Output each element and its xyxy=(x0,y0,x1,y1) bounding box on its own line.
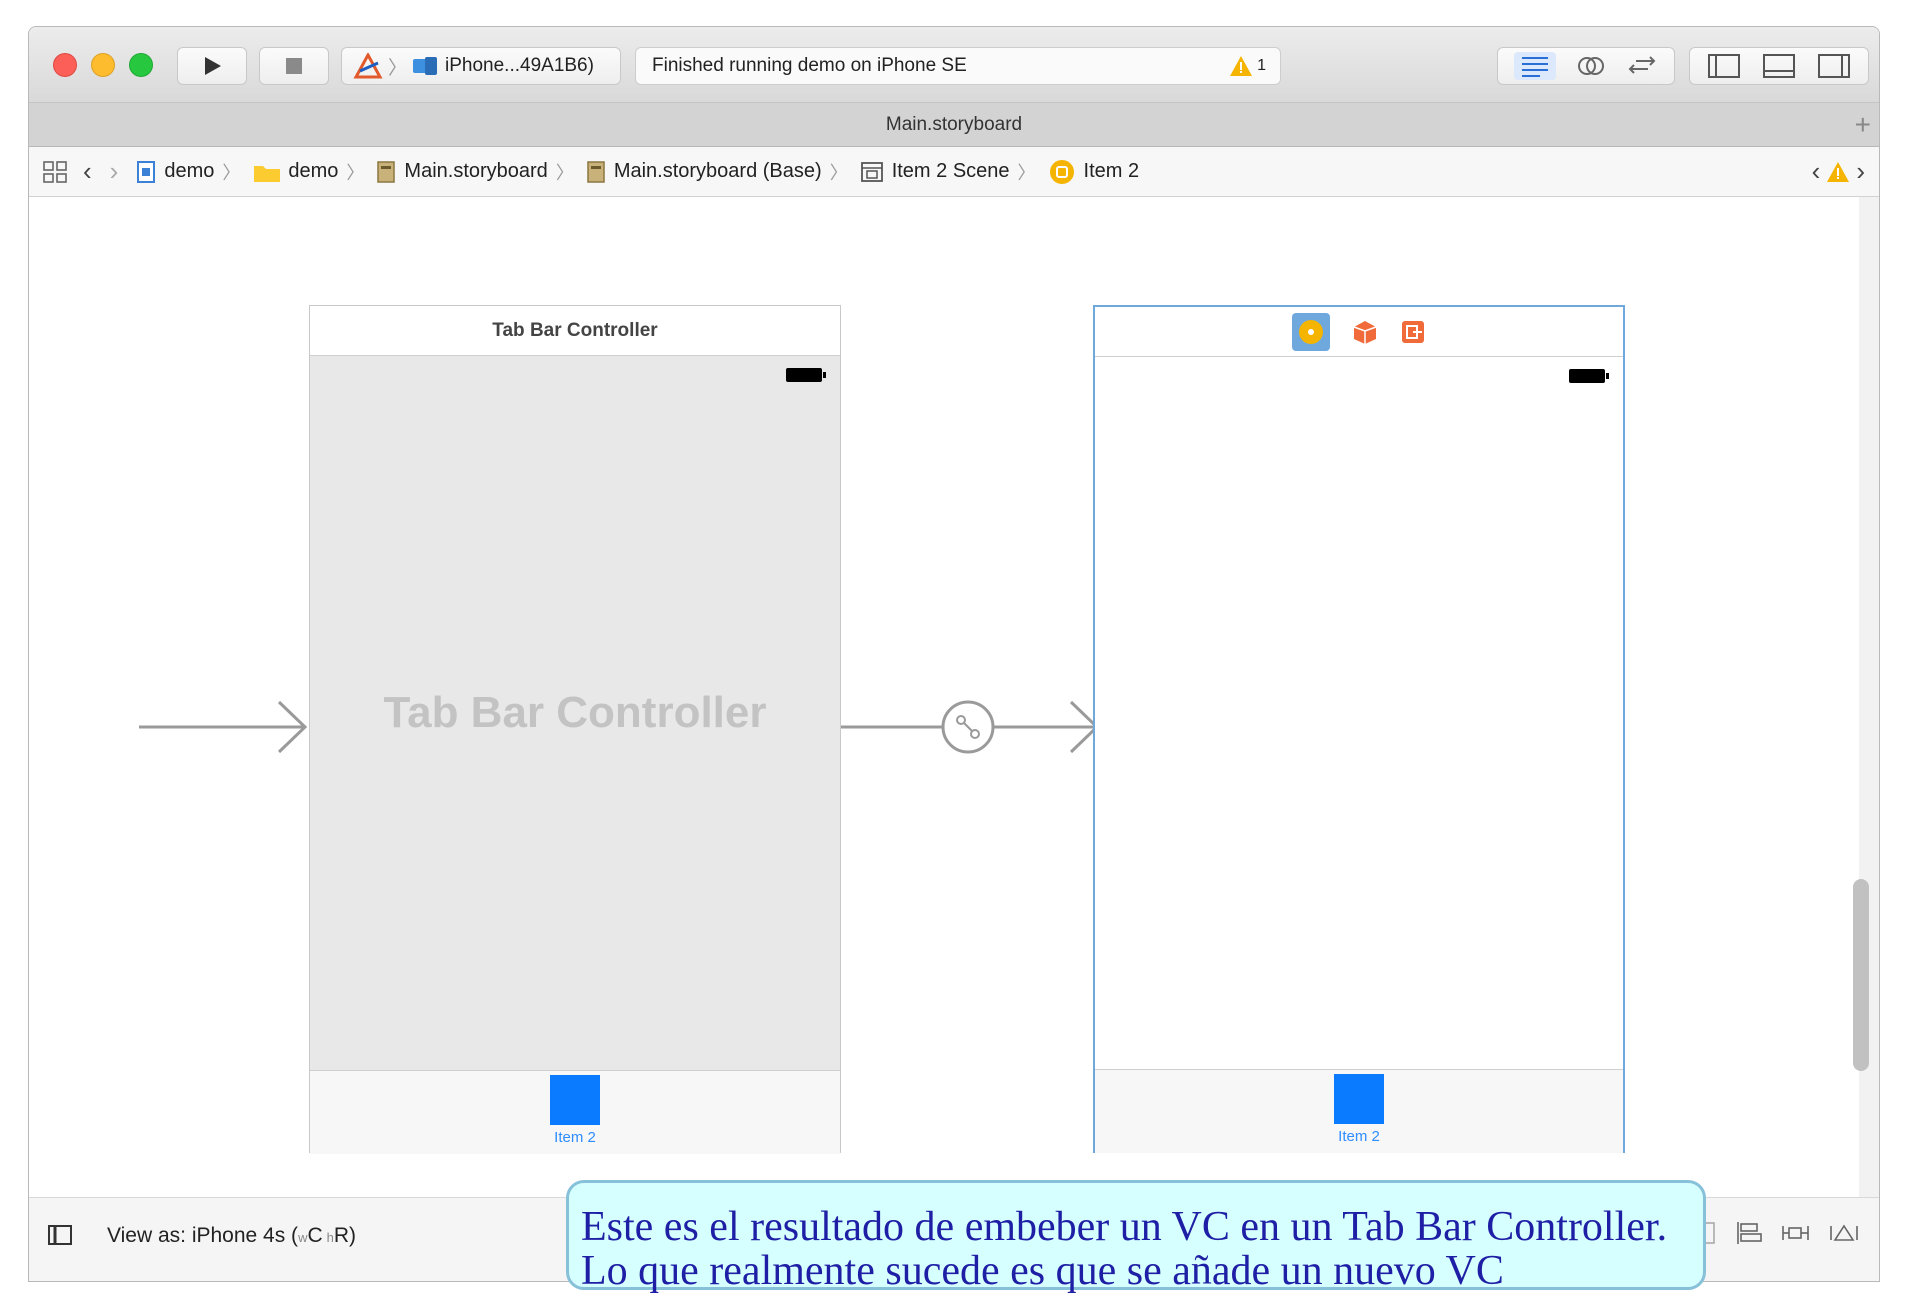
tab-bar: Item 2 xyxy=(310,1070,840,1154)
scene-title: Tab Bar Controller xyxy=(310,306,840,356)
view-controller-icon xyxy=(1299,319,1323,344)
view-as-selector[interactable]: View as: iPhone 4s ( w C h R ) xyxy=(107,1224,356,1248)
jump-bar: ‹ › demo 〉 demo 〉 Main.storyboard 〉 Main… xyxy=(29,147,1879,197)
placeholder-title: Tab Bar Controller xyxy=(383,688,767,737)
breadcrumb-label: Main.storyboard xyxy=(404,160,548,182)
xcode-window: 〉 iPhone...49A1B6) Finished running demo… xyxy=(28,26,1880,1282)
vertical-scrollbar[interactable] xyxy=(1853,879,1869,1071)
editor-tab-bar: Main.storyboard + xyxy=(29,103,1879,147)
tab-main-storyboard[interactable]: Main.storyboard xyxy=(886,114,1022,136)
storyboard-file-icon xyxy=(587,160,605,183)
zoom-window-button[interactable] xyxy=(129,53,153,77)
warning-icon xyxy=(1230,56,1253,76)
device-icon xyxy=(413,57,438,75)
scheme-selector[interactable]: 〉 iPhone...49A1B6) xyxy=(341,47,621,85)
version-editor-icon[interactable] xyxy=(1626,53,1658,79)
view-controller-icon xyxy=(1049,159,1074,184)
activity-status: Finished running demo on iPhone SE 1 xyxy=(635,47,1281,85)
tab-item-icon[interactable] xyxy=(550,1075,600,1125)
tab-item-label: Item 2 xyxy=(1338,1128,1380,1145)
breadcrumb-label: demo xyxy=(288,160,339,182)
view-toggle-group xyxy=(1689,47,1869,85)
minimize-window-button[interactable] xyxy=(91,53,115,77)
tab-bar: Item 2 xyxy=(1095,1069,1623,1153)
breadcrumb-label: demo xyxy=(164,160,215,182)
standard-editor-button[interactable] xyxy=(1514,52,1556,80)
stack-view-icon[interactable] xyxy=(1735,1220,1763,1246)
scene-icon xyxy=(860,161,883,182)
width-class-value: C xyxy=(307,1224,323,1247)
toolbar: 〉 iPhone...49A1B6) Finished running demo… xyxy=(29,27,1879,103)
breadcrumb-item[interactable]: Item 2 xyxy=(1048,158,1140,186)
status-text: Finished running demo on iPhone SE xyxy=(652,55,967,76)
tab-bar-controller-scene[interactable]: Tab Bar Controller Tab Bar Controller It… xyxy=(309,305,841,1154)
warning-icon[interactable] xyxy=(1826,161,1850,183)
add-tab-button[interactable]: + xyxy=(1855,109,1871,141)
tab-item-icon[interactable] xyxy=(1334,1074,1384,1124)
tab-bar-controller-view: Tab Bar Controller xyxy=(310,356,840,1070)
relationship-segue[interactable] xyxy=(841,697,1127,757)
close-window-button[interactable] xyxy=(53,53,77,77)
breadcrumb-item[interactable]: Item 2 Scene 〉 xyxy=(860,159,1042,185)
width-class-indicator: w xyxy=(298,1230,308,1245)
battery-icon xyxy=(1569,369,1609,383)
height-class-indicator: h xyxy=(326,1230,334,1245)
layout-tools xyxy=(1693,1220,1859,1246)
view-controller-dock-icon[interactable] xyxy=(1292,312,1330,351)
project-file-icon xyxy=(137,160,156,183)
pin-icon[interactable] xyxy=(1829,1220,1859,1246)
item-2-scene[interactable]: Item 2 xyxy=(1093,305,1625,1153)
back-button[interactable]: ‹ xyxy=(83,156,92,187)
stop-button[interactable] xyxy=(259,47,329,85)
play-icon xyxy=(205,57,221,75)
previous-issue-button[interactable]: ‹ xyxy=(1812,156,1821,187)
stop-icon xyxy=(286,58,302,74)
lines-icon xyxy=(1522,57,1548,77)
breadcrumb-item[interactable]: Main.storyboard 〉 xyxy=(376,159,579,185)
warning-indicator[interactable]: 1 xyxy=(1229,55,1266,77)
folder-icon xyxy=(254,165,281,182)
forward-button[interactable]: › xyxy=(110,156,119,187)
issue-navigation: ‹ › xyxy=(1812,156,1865,187)
align-icon[interactable] xyxy=(1781,1220,1811,1246)
breadcrumb-label: Main.storyboard (Base) xyxy=(613,160,822,182)
warning-count: 1 xyxy=(1257,57,1266,74)
utilities-toggle-icon[interactable] xyxy=(1817,53,1851,79)
run-button[interactable] xyxy=(177,47,247,85)
storyboard-canvas[interactable]: Tab Bar Controller Tab Bar Controller It… xyxy=(29,197,1869,1197)
height-class-value: R xyxy=(333,1224,350,1247)
navigator-toggle-icon[interactable] xyxy=(1707,53,1741,79)
annotation-callout: Este es el resultado de embeber un VC en… xyxy=(566,1180,1706,1293)
assistant-editor-icon[interactable] xyxy=(1576,53,1606,79)
related-items-icon[interactable] xyxy=(41,159,71,185)
breadcrumb-item[interactable]: demo 〉 xyxy=(136,159,246,185)
breadcrumb-item[interactable]: Main.storyboard (Base) 〉 xyxy=(586,159,854,185)
exit-icon[interactable] xyxy=(1400,319,1426,345)
storyboard-file-icon xyxy=(377,160,396,183)
breadcrumb-item[interactable]: demo 〉 xyxy=(252,159,370,185)
debug-area-toggle-icon[interactable] xyxy=(1762,53,1796,79)
scheme-device-label: iPhone...49A1B6) xyxy=(445,55,594,76)
document-outline-toggle-icon[interactable] xyxy=(47,1224,73,1246)
view-as-label: View as: iPhone 4s ( xyxy=(107,1224,299,1247)
first-responder-icon[interactable] xyxy=(1352,319,1378,345)
breadcrumb-label: Item 2 xyxy=(1083,160,1140,182)
view-as-suffix: ) xyxy=(349,1224,357,1247)
breadcrumb-label: Item 2 Scene xyxy=(891,160,1010,182)
next-issue-button[interactable]: › xyxy=(1856,156,1865,187)
tab-item-label: Item 2 xyxy=(554,1129,596,1146)
xcode-app-icon xyxy=(353,53,383,79)
scene-dock xyxy=(1095,307,1623,357)
editor-mode-group xyxy=(1497,47,1675,85)
